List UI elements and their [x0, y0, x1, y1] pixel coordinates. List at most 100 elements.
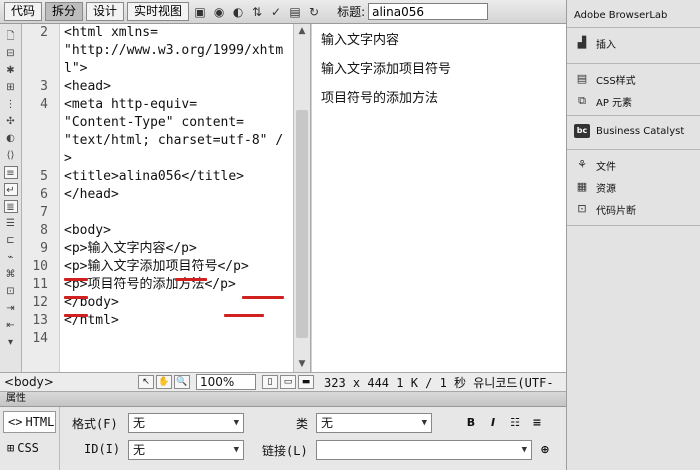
code-line-text[interactable]: <p>输入文字添加项目符号</p>	[48, 258, 249, 276]
panel-ap-elements[interactable]: ⧉ AP 元素	[567, 90, 700, 112]
tablet-size-icon[interactable]: ▭	[280, 375, 296, 389]
multiscreen-icon[interactable]: ▣	[192, 4, 208, 20]
code-line-text[interactable]: <meta http-equiv=	[48, 96, 197, 114]
collapse-tag-icon[interactable]: ⊟	[4, 47, 18, 60]
code-line-text[interactable]	[48, 330, 64, 348]
design-view-button[interactable]: 设计	[86, 2, 125, 21]
zoom-select[interactable]: 100%	[196, 374, 256, 390]
zoom-tool-icon[interactable]: 🔍	[174, 375, 190, 389]
code-vertical-scrollbar[interactable]: ▲ ▼	[293, 24, 310, 372]
highlight-invalid-icon[interactable]: ⟨⟩	[4, 149, 18, 162]
inspect-icon[interactable]: ◉	[211, 4, 227, 20]
comment-icon[interactable]: ☰	[4, 217, 18, 230]
code-line-text[interactable]	[48, 204, 64, 222]
hand-tool-icon[interactable]: ✋	[156, 375, 172, 389]
file-management-icon[interactable]: ⇅	[249, 4, 265, 20]
code-line[interactable]: >	[22, 150, 292, 168]
panel-assets[interactable]: ▦ 资源	[567, 176, 700, 198]
live-view-button[interactable]: 实时视图	[127, 2, 190, 21]
title-input[interactable]	[368, 3, 489, 20]
link-input[interactable]: ▼	[316, 440, 532, 460]
syntax-error-icon[interactable]: ≡	[3, 166, 18, 179]
unordered-list-icon[interactable]: ☷	[508, 416, 522, 430]
scroll-up-icon[interactable]: ▲	[294, 24, 310, 39]
open-documents-icon[interactable]: 🗋	[4, 30, 18, 43]
panel-files[interactable]: ⚘ 文件	[567, 154, 700, 176]
panel-css-styles[interactable]: ▤ CSS样式	[567, 68, 700, 90]
class-select[interactable]: 无 ▼	[316, 413, 432, 433]
code-line-text[interactable]: <head>	[48, 78, 111, 96]
code-line[interactable]: "text/html; charset=utf-8" /	[22, 132, 292, 150]
code-line-text[interactable]: </head>	[48, 186, 119, 204]
code-line[interactable]: 2 <html xmlns=	[22, 24, 292, 42]
uncomment-icon[interactable]: ⊏	[4, 234, 18, 247]
code-line-text[interactable]: <p>输入文字内容</p>	[48, 240, 197, 258]
html-mode-button[interactable]: <> HTML	[3, 411, 56, 433]
code-line-text[interactable]: "Content-Type" content=	[48, 114, 244, 132]
expand-all-icon[interactable]: ⊞	[4, 81, 18, 94]
refresh-icon[interactable]: ↻	[306, 4, 322, 20]
code-line-text[interactable]: <title>alina056</title>	[48, 168, 244, 186]
check-page-icon[interactable]: ✓	[268, 4, 284, 20]
visual-aids-icon[interactable]: ▤	[287, 4, 303, 20]
scroll-thumb[interactable]	[296, 110, 308, 338]
browser-preview-icon[interactable]: ◐	[230, 4, 246, 20]
format-select[interactable]: 无 ▼	[128, 413, 244, 433]
info-bar-icon[interactable]: ≣	[3, 200, 18, 213]
italic-icon[interactable]: I	[486, 416, 500, 430]
tag-selector[interactable]: <body>	[0, 375, 138, 389]
desktop-size-icon[interactable]: ▬	[298, 375, 314, 389]
code-line[interactable]: 9 <p>输入文字内容</p>	[22, 240, 292, 258]
design-paragraph[interactable]: 输入文字内容	[312, 31, 566, 60]
select-parent-icon[interactable]: ⋮	[4, 98, 18, 111]
code-view-button[interactable]: 代码	[4, 2, 43, 21]
code-line[interactable]: 10 <p>输入文字添加项目符号</p>	[22, 258, 292, 276]
code-line[interactable]: 14	[22, 330, 292, 348]
line-numbers-icon[interactable]: ◐	[4, 132, 18, 145]
move-css-icon[interactable]: ⊡	[4, 285, 18, 298]
code-line[interactable]: "http://www.w3.org/1999/xhtm	[22, 42, 292, 60]
code-line-text[interactable]: <html xmlns=	[48, 24, 158, 42]
code-line[interactable]: 8 <body>	[22, 222, 292, 240]
code-line-text[interactable]: >	[48, 150, 72, 168]
code-line[interactable]: 7	[22, 204, 292, 222]
code-line[interactable]: 4 <meta http-equiv=	[22, 96, 292, 114]
code-line[interactable]: 5 <title>alina056</title>	[22, 168, 292, 186]
css-mode-button[interactable]: ⊞ CSS	[3, 437, 56, 459]
ordered-list-icon[interactable]: ≡	[530, 416, 544, 430]
code-line-text[interactable]: "http://www.w3.org/1999/xhtm	[48, 42, 283, 60]
code-line[interactable]: "Content-Type" content=	[22, 114, 292, 132]
code-line-text[interactable]: "text/html; charset=utf-8" /	[48, 132, 283, 150]
word-wrap-icon[interactable]: ↵	[3, 183, 18, 196]
properties-header[interactable]: 属性	[0, 392, 566, 407]
code-lines[interactable]: 2 <html xmlns= "http://www.w3.org/1999/xht…	[22, 24, 292, 348]
recent-snippets-icon[interactable]: ⌘	[4, 268, 18, 281]
code-editor[interactable]: 2 <html xmlns= "http://www.w3.org/1999/xht…	[22, 24, 311, 372]
code-line[interactable]: 11 <p>项目符号的添加方法</p>	[22, 276, 292, 294]
panel-insert[interactable]: ▟ 插入	[567, 32, 700, 54]
pointer-tool-icon[interactable]: ↖	[138, 375, 154, 389]
indent-icon[interactable]: ⇥	[4, 302, 18, 315]
design-paragraph[interactable]: 输入文字添加项目符号	[312, 60, 566, 89]
code-line-text[interactable]: <body>	[48, 222, 111, 240]
bold-icon[interactable]: B	[464, 416, 478, 430]
id-select[interactable]: 无 ▼	[128, 440, 244, 460]
panel-snippets[interactable]: ⊡ 代码片断	[567, 198, 700, 220]
code-line[interactable]: 3 <head>	[22, 78, 292, 96]
scroll-down-icon[interactable]: ▼	[294, 357, 310, 372]
panel-business-catalyst[interactable]: bc Business Catalyst	[567, 120, 700, 142]
wrap-tag-icon[interactable]: ⌁	[4, 251, 18, 264]
code-line-text[interactable]: l">	[48, 60, 87, 78]
split-view-button[interactable]: 拆分	[45, 2, 84, 21]
code-line[interactable]: l">	[22, 60, 292, 78]
code-line[interactable]: 6 </head>	[22, 186, 292, 204]
outdent-icon[interactable]: ⇤	[4, 319, 18, 332]
panel-browserlab[interactable]: Adobe BrowserLab	[567, 4, 700, 26]
mobile-size-icon[interactable]: ▯	[262, 375, 278, 389]
balance-braces-icon[interactable]: ✣	[4, 115, 18, 128]
format-source-icon[interactable]: ▾	[4, 336, 18, 349]
collapse-selection-icon[interactable]: ✱	[4, 64, 18, 77]
design-view[interactable]: 输入文字内容 输入文字添加项目符号 项目符号的添加方法	[311, 24, 566, 372]
design-paragraph[interactable]: 项目符号的添加方法	[312, 89, 566, 118]
point-to-file-icon[interactable]: ⊕	[538, 443, 552, 457]
